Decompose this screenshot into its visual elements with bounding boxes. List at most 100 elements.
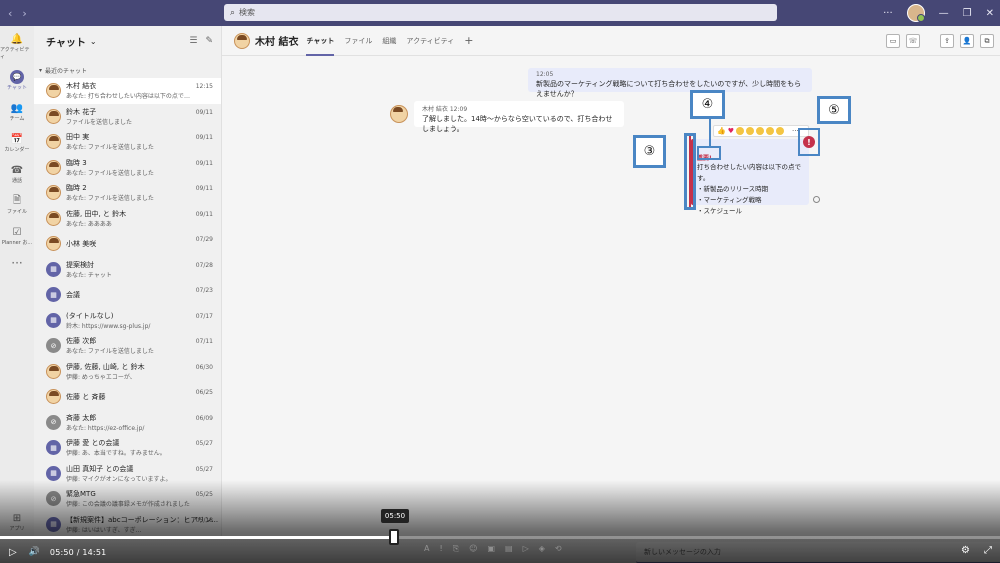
minimize-icon[interactable]: —: [939, 8, 949, 19]
chat-list-item[interactable]: ▦ 伊藤 愛 との会議 伊藤: あ、本当ですね。すみません。 05/27: [34, 435, 221, 461]
rail-item-planner[interactable]: ☑ Planner お...: [0, 225, 34, 247]
chat-list-title[interactable]: チャット: [46, 34, 86, 49]
forward-arrow-icon[interactable]: ›: [22, 7, 26, 20]
contact-name: 木村 結衣: [255, 37, 299, 48]
chat-item-time: 06/25: [195, 389, 213, 396]
rail-item-activity[interactable]: 🔔 アクティビティ: [0, 32, 34, 61]
video-call-icon[interactable]: ▭: [886, 34, 900, 48]
rail-item-teams[interactable]: 👥 チーム: [0, 101, 34, 123]
rail-item-calendar[interactable]: 📅 カレンダー: [0, 132, 34, 154]
tab-chat[interactable]: チャット: [306, 26, 334, 56]
smile-reaction-icon[interactable]: [776, 127, 784, 135]
tab-activity[interactable]: アクティビティ: [406, 26, 454, 56]
sad-reaction-icon[interactable]: [756, 127, 764, 135]
fullscreen-icon[interactable]: ⤢: [984, 545, 992, 556]
chat-item-time: 09/11: [195, 108, 213, 116]
restore-icon[interactable]: ❐: [963, 8, 972, 19]
group-avatar: ▦: [46, 440, 61, 456]
teams-icon: 👥: [10, 102, 24, 114]
annotation-callout-4: ④: [690, 90, 725, 119]
chat-list-tools: ☰ ✎: [189, 36, 213, 46]
volume-icon[interactable]: 🔊: [29, 547, 40, 557]
chat-item-time: 07/11: [195, 338, 213, 345]
conversation-pane: 木村 結衣 チャット ファイル 組織 アクティビティ + ▭ ☏ ⇪ 👤 ⧉ 1…: [222, 26, 1000, 563]
bell-icon: 🔔: [10, 33, 24, 45]
filter-icon[interactable]: ☰: [189, 36, 197, 46]
rail-item-chat[interactable]: 💬 チャット: [0, 70, 34, 91]
rail-label: Planner お...: [1, 240, 33, 246]
chat-list-item[interactable]: 木村 結衣あなた: 打ち合わせしたい内容は以下の点です。・新製品...12:15: [34, 78, 221, 104]
chat-item-preview: 伊藤: この会議の議事録メモが作成されました: [66, 501, 190, 509]
pop-out-icon[interactable]: ⧉: [980, 34, 994, 48]
add-tab-icon[interactable]: +: [464, 34, 473, 47]
group-avatar: ▦: [46, 287, 61, 303]
chat-list-item[interactable]: 佐藤, 田中, と 鈴木 あなた: ああああ 09/11: [34, 206, 221, 232]
rail-item-calls[interactable]: ☎ 通話: [0, 163, 34, 185]
annotation-callout-5: ⑤: [817, 96, 851, 124]
chat-list-item[interactable]: ⊘ 緊急MTG 伊藤: この会議の議事録メモが作成されました 05/25: [34, 486, 221, 512]
like-reaction-icon[interactable]: 👍: [717, 127, 726, 135]
back-arrow-icon[interactable]: ‹: [8, 7, 12, 20]
rail-label: ファイル: [6, 209, 27, 215]
chevron-down-icon[interactable]: ⌄: [90, 37, 97, 46]
chat-list-item[interactable]: ▦ 会議 07/23: [34, 282, 221, 308]
chat-list-item[interactable]: 臨時 2 あなた: ファイルを送信しました 09/11: [34, 180, 221, 206]
chat-item-time: 07/17: [195, 312, 213, 320]
chat-list-item[interactable]: 鈴木 花子 ファイルを送信しました 09/11: [34, 104, 221, 130]
chat-list-item[interactable]: 小林 美咲 07/29: [34, 231, 221, 257]
more-options-icon[interactable]: ···: [883, 8, 893, 19]
chat-item-time: 07/29: [195, 236, 213, 243]
video-timecode: 05:50 / 14:51: [49, 547, 107, 557]
add-people-icon[interactable]: 👤: [960, 34, 974, 48]
annotation-highlight-important: [697, 146, 721, 160]
heart-reaction-icon[interactable]: ♥: [728, 127, 734, 135]
calendar-icon: 📅: [10, 133, 24, 145]
avatar: [46, 236, 61, 252]
share-screen-icon[interactable]: ⇪: [940, 34, 954, 48]
audio-call-icon[interactable]: ☏: [906, 34, 920, 48]
chat-list-item[interactable]: ▦ 山田 真知子 との会議 伊藤: マイクがオンになっていますよ。 05/27: [34, 461, 221, 487]
rail-item-apps[interactable]: ⊞ アプリ: [0, 511, 34, 533]
contact-avatar[interactable]: [234, 32, 250, 49]
tab-files[interactable]: ファイル: [344, 26, 372, 56]
message-incoming[interactable]: 木村 結衣 12:09 了解しました。14時〜からなら空いているので、打ち合わせ…: [414, 101, 624, 133]
chat-item-preview: あなた: チャット: [66, 271, 112, 279]
message-line: 打ち合わせしたい内容は以下の点です。: [697, 163, 801, 182]
rail-item-files[interactable]: 🗎 ファイル: [0, 194, 34, 216]
avatar: [46, 108, 61, 124]
chat-list-item[interactable]: 佐藤 と 斉藤 06/25: [34, 384, 221, 410]
chat-item-preview: あなた: https://ez-office.jp/: [66, 424, 145, 432]
close-icon[interactable]: ✕: [986, 8, 994, 19]
chat-list-item[interactable]: ⊘ 斉藤 太郎 あなた: https://ez-office.jp/06/09: [34, 410, 221, 436]
message-line: ・新製品のリリース時期: [697, 185, 769, 193]
chat-list-item[interactable]: 伊藤, 佐藤, 山崎, と 鈴木 伊藤: めっちゃエコーが、 06/30: [34, 359, 221, 385]
more-apps-icon[interactable]: ···: [11, 256, 22, 270]
chat-list-item[interactable]: 田中 実あなた: ファイルを送信しました 09/11: [34, 129, 221, 155]
laugh-reaction-icon[interactable]: [736, 127, 744, 135]
avatar: [46, 134, 61, 150]
settings-icon[interactable]: ⚙: [961, 545, 970, 556]
conversation-tabs: チャット ファイル 組織 アクティビティ +: [306, 26, 473, 56]
chat-list-item[interactable]: ▦ 【新規案件】abcコーポレーション：ヒアリン... 伊藤: はいはいすぎ、すぎ.…: [34, 512, 221, 538]
chat-list-header: チャット ⌄ ☰ ✎: [34, 26, 221, 56]
message-outgoing[interactable]: 12:05 新製品のマーケティング戦略について打ち合わせをしたいのですが、少し時…: [528, 68, 812, 98]
new-chat-icon[interactable]: ✎: [205, 36, 213, 46]
chat-list-item[interactable]: 臨時 3 あなた: ファイルを送信しました 09/11: [34, 155, 221, 181]
reaction-bar: 👍 ♥ ···: [713, 125, 809, 137]
chat-list-item[interactable]: ▦ (タイトルなし) 鈴木: https://www.sg-plus.jp/07/1…: [34, 308, 221, 334]
chat-list-item[interactable]: ⊘ 佐藤 次郎 あなた: ファイルを送信しました 07/11: [34, 333, 221, 359]
chat-list-item[interactable]: ▦ 提案検討 あなた: チャット 07/28: [34, 257, 221, 283]
chat-item-time: 05/18: [195, 516, 213, 524]
video-progress-bar[interactable]: [0, 536, 1000, 539]
angry-reaction-icon[interactable]: [766, 127, 774, 135]
play-icon[interactable]: ▷: [9, 547, 17, 558]
user-avatar[interactable]: [906, 4, 925, 22]
chat-item-preview: 鈴木: https://www.sg-plus.jp/: [66, 322, 151, 330]
rail-label: チャット: [7, 85, 27, 91]
chat-item-preview: あなた: ファイルを送信しました: [66, 348, 154, 356]
recent-chats-section[interactable]: ▾ 最近のチャット: [34, 62, 221, 78]
search-input[interactable]: ⌕ 検索: [224, 4, 777, 21]
sender-avatar[interactable]: [390, 105, 408, 123]
tab-org[interactable]: 組織: [382, 26, 396, 56]
surprised-reaction-icon[interactable]: [746, 127, 754, 135]
